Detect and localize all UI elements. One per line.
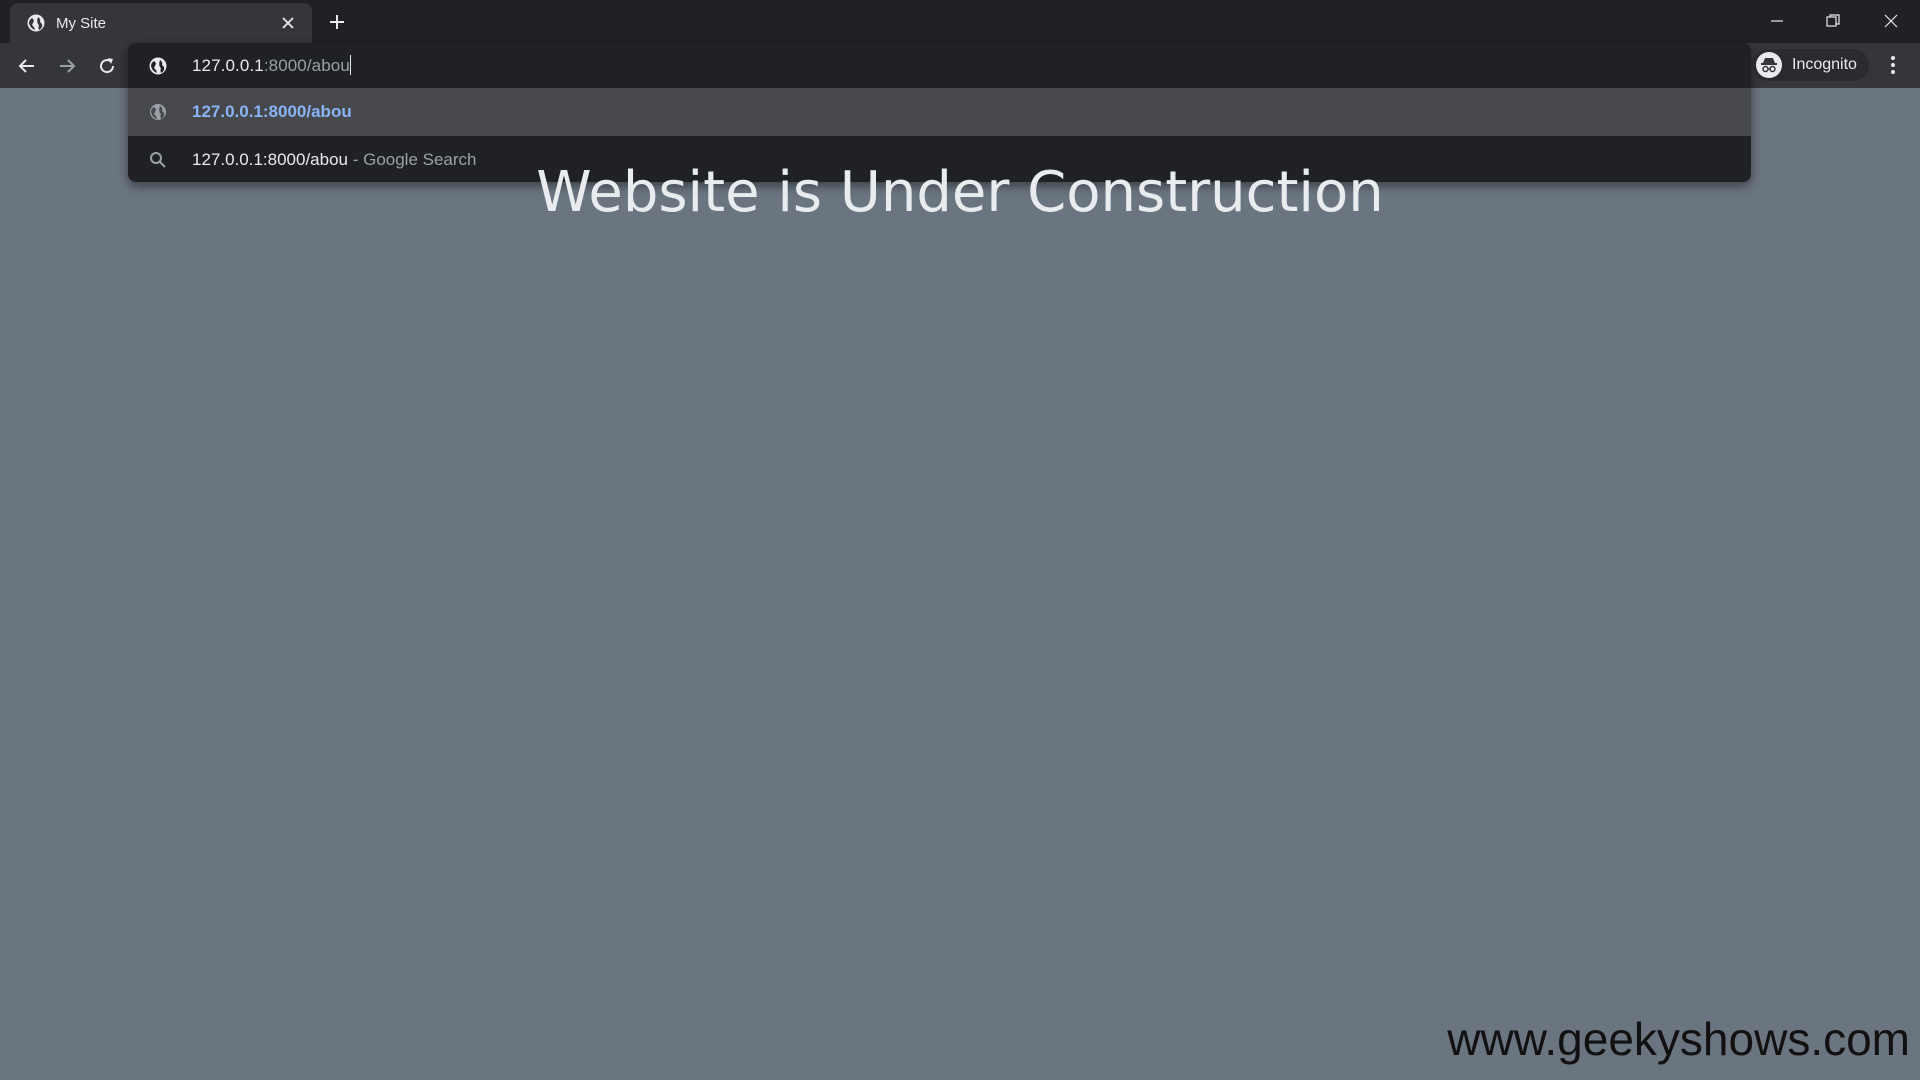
text-caret [349,55,351,75]
tab-close-icon[interactable] [278,13,298,33]
globe-icon [27,14,45,32]
suggestion-url-text: 127.0.0.1:8000/abou [192,102,352,121]
reload-icon[interactable] [92,51,122,81]
address-input[interactable]: 127.0.0.1:8000/abou [192,55,351,76]
watermark-text: www.geekyshows.com [1447,1013,1910,1065]
new-tab-plus-icon[interactable] [325,10,349,34]
address-autocomplete-text: :8000/abou [263,56,350,75]
globe-icon [150,104,166,120]
incognito-badge[interactable]: Incognito [1752,49,1869,81]
forward-arrow-icon[interactable] [52,51,82,81]
address-typed-text: 127.0.0.1 [192,56,264,75]
page-heading: Website is Under Construction [536,160,1384,225]
tab-title: My Site [56,14,107,32]
incognito-label: Incognito [1792,56,1857,73]
back-arrow-icon[interactable] [12,51,42,81]
globe-icon [149,57,167,74]
address-bar[interactable]: 127.0.0.1:8000/abou [128,43,1751,88]
window-close-icon[interactable] [1878,8,1904,34]
suggestion-url[interactable]: 127.0.0.1:8000/abou [128,88,1751,136]
incognito-icon [1756,52,1782,78]
tab-my-site[interactable]: My Site [10,3,312,43]
kebab-menu-icon[interactable] [1880,50,1906,80]
tab-strip: My Site [0,0,1920,43]
restore-icon[interactable] [1820,8,1846,34]
minimize-icon[interactable] [1764,8,1790,34]
